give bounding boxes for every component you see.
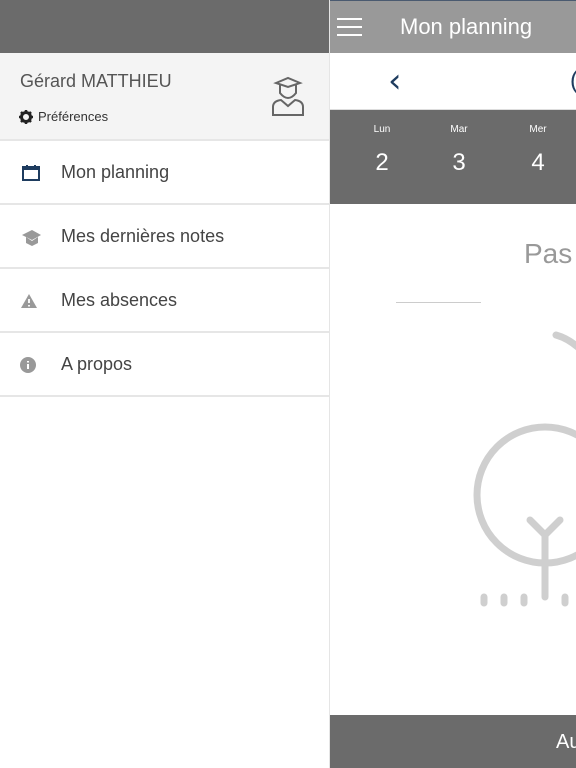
drawer-item-mon-planning[interactable]: Mon planning bbox=[0, 141, 329, 205]
chevron-left-icon[interactable]: ‹ bbox=[388, 61, 402, 101]
day-name: Mer bbox=[529, 124, 547, 135]
day-mer[interactable]: Mer 4 bbox=[508, 124, 568, 177]
item-label: Mes absences bbox=[61, 289, 178, 310]
page-title: Mon planning bbox=[400, 14, 533, 39]
drawer-item-absences[interactable]: Mes absences bbox=[0, 269, 329, 333]
week-navigation: ‹ ( bbox=[330, 53, 576, 110]
drawer-top-bar bbox=[0, 0, 329, 53]
drawer-item-notes[interactable]: Mes dernières notes bbox=[0, 205, 329, 269]
menu-icon[interactable] bbox=[337, 18, 362, 36]
navigation-drawer: Gérard MATTHIEU Préférences Mon planning… bbox=[0, 0, 330, 768]
item-label: Mon planning bbox=[61, 161, 170, 182]
warning-icon bbox=[21, 294, 37, 308]
user-name: Gérard MATTHIEU bbox=[20, 71, 172, 91]
day-mar[interactable]: Mar 3 bbox=[429, 124, 489, 177]
calendar-icon bbox=[22, 165, 40, 181]
main-screen: Mon planning ‹ ( Lun 2 Mar 3 Mer 4 Pas Au bbox=[330, 0, 576, 768]
drawer-item-a-propos[interactable]: A propos bbox=[0, 333, 329, 397]
footer-bar[interactable]: Au bbox=[330, 715, 576, 768]
info-icon bbox=[20, 357, 36, 373]
divider bbox=[396, 302, 481, 303]
item-label: Mes dernières notes bbox=[61, 225, 225, 246]
day-name: Mar bbox=[450, 124, 468, 135]
week-label: ( bbox=[570, 67, 576, 95]
student-avatar-icon bbox=[272, 76, 304, 116]
profile-header: Gérard MATTHIEU Préférences bbox=[0, 53, 329, 141]
empty-message: Pas bbox=[524, 238, 573, 269]
day-number: 3 bbox=[452, 149, 466, 176]
gear-icon bbox=[19, 109, 33, 124]
preferences-label: Préférences bbox=[38, 109, 109, 124]
day-number: 2 bbox=[375, 149, 389, 176]
footer-label: Au bbox=[556, 731, 576, 753]
app-bar: Mon planning bbox=[330, 0, 576, 53]
day-lun[interactable]: Lun 2 bbox=[352, 124, 412, 177]
tree-illustration-icon bbox=[473, 331, 576, 607]
preferences-link[interactable]: Préférences bbox=[19, 109, 108, 124]
graduation-cap-icon bbox=[22, 230, 41, 246]
item-label: A propos bbox=[61, 353, 133, 374]
week-days: Lun 2 Mar 3 Mer 4 bbox=[330, 110, 576, 204]
day-name: Lun bbox=[373, 124, 391, 135]
day-number: 4 bbox=[531, 149, 545, 176]
